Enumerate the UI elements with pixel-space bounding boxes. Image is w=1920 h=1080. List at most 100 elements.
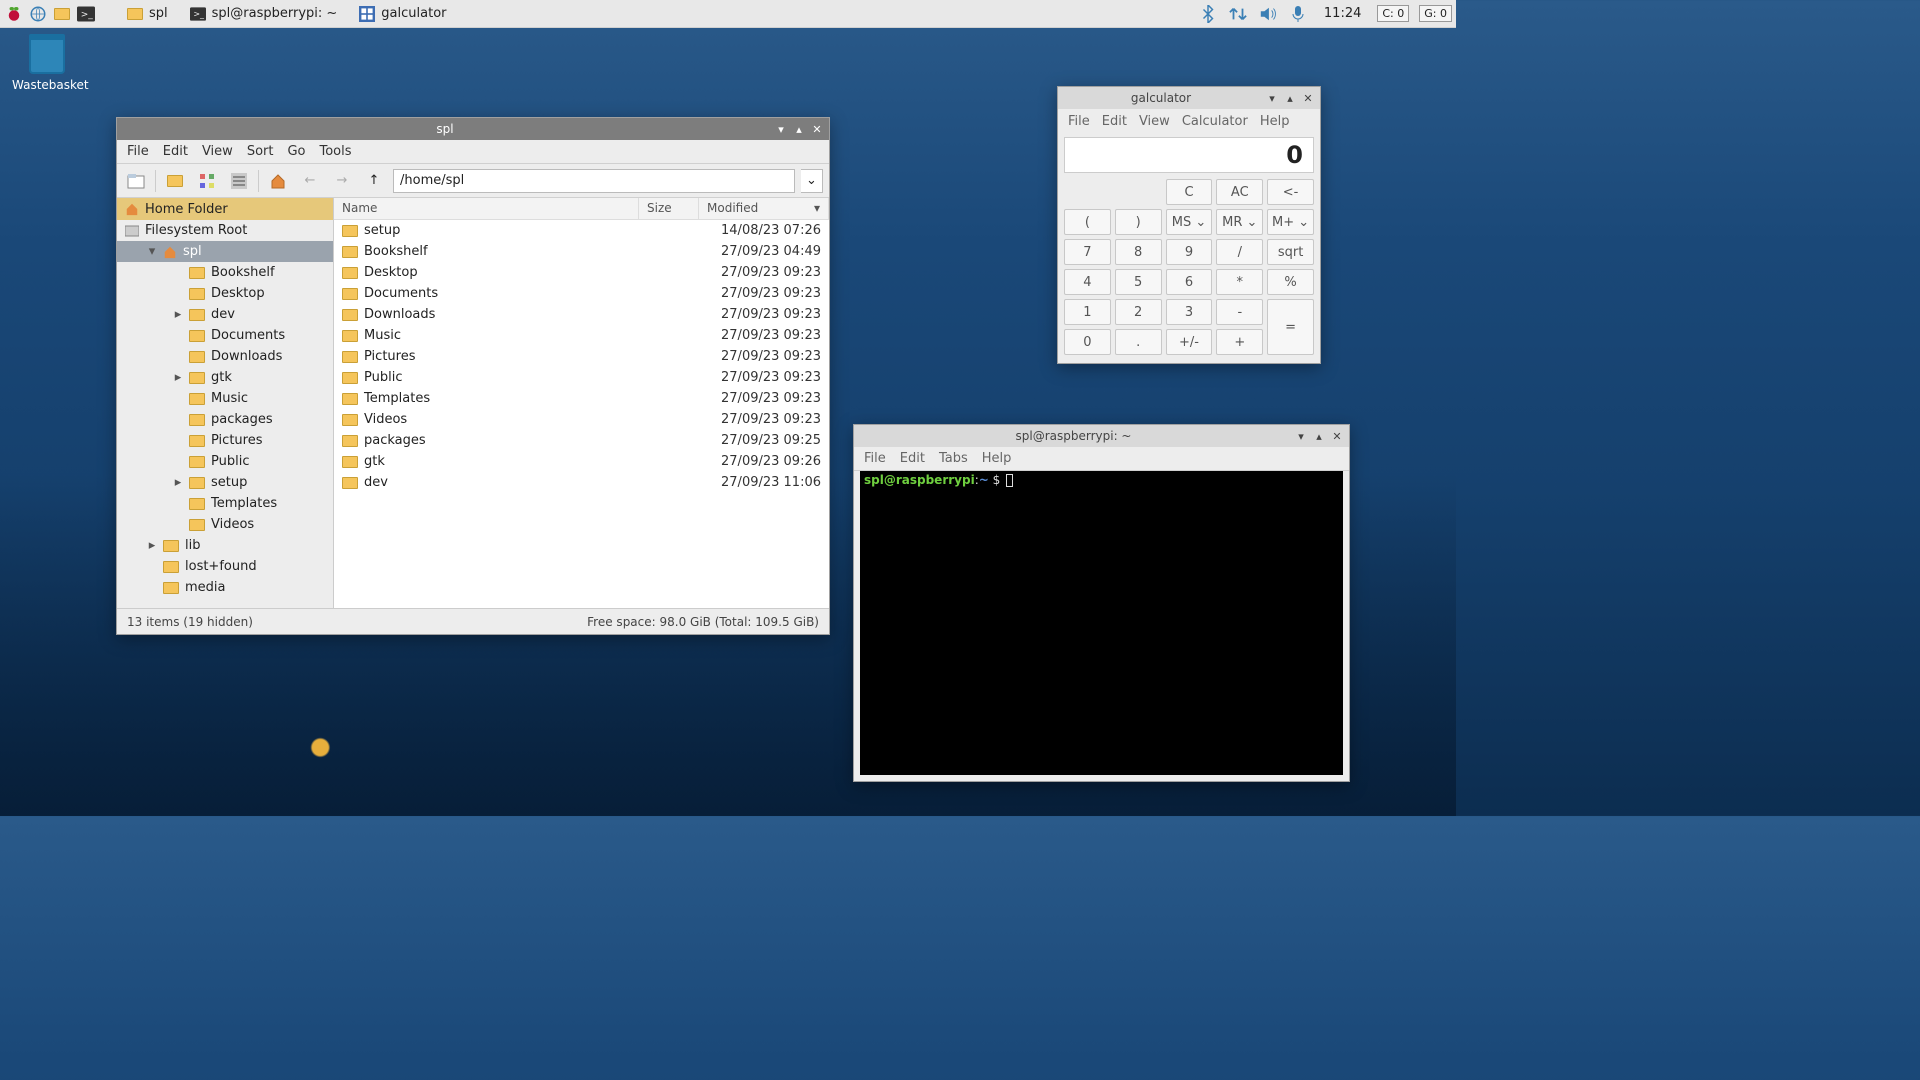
menu-tools[interactable]: Tools <box>320 144 352 159</box>
task-button-terminal[interactable]: >_ spl@raspberrypi: ~ <box>181 3 347 25</box>
column-name[interactable]: Name <box>334 198 639 219</box>
menu-raspberry-icon[interactable] <box>4 4 24 24</box>
key-[interactable]: +/- <box>1166 329 1213 355</box>
file-manager-titlebar[interactable]: spl ▾ ▴ ✕ <box>117 118 829 140</box>
go-up-button[interactable]: ↑ <box>361 168 387 194</box>
file-row[interactable]: dev27/09/23 11:06 <box>334 472 829 493</box>
menu-view[interactable]: View <box>202 144 233 159</box>
bluetooth-icon[interactable] <box>1198 4 1218 24</box>
sidebar-item[interactable]: lost+found <box>117 556 333 577</box>
menu-go[interactable]: Go <box>287 144 305 159</box>
file-row[interactable]: Templates27/09/23 09:23 <box>334 388 829 409</box>
expand-icon[interactable]: ▸ <box>173 370 183 385</box>
close-button[interactable]: ✕ <box>1329 428 1345 444</box>
minimize-button[interactable]: ▾ <box>773 121 789 137</box>
key-[interactable]: ) <box>1115 209 1162 235</box>
go-forward-button[interactable]: → <box>329 168 355 194</box>
sidebar-item[interactable]: Videos <box>117 514 333 535</box>
path-dropdown[interactable]: ⌄ <box>801 169 823 193</box>
file-row[interactable]: Downloads27/09/23 09:23 <box>334 304 829 325</box>
calculator-titlebar[interactable]: galculator ▾ ▴ ✕ <box>1058 87 1320 109</box>
minimize-button[interactable]: ▾ <box>1293 428 1309 444</box>
file-row[interactable]: gtk27/09/23 09:26 <box>334 451 829 472</box>
close-button[interactable]: ✕ <box>1300 90 1316 106</box>
new-tab-button[interactable] <box>123 168 149 194</box>
go-back-button[interactable]: ← <box>297 168 323 194</box>
maximize-button[interactable]: ▴ <box>1311 428 1327 444</box>
task-button-file-manager[interactable]: spl <box>118 3 177 25</box>
desktop-wastebasket[interactable]: Wastebasket <box>12 34 82 92</box>
key-mr[interactable]: MR ⌄ <box>1216 209 1263 235</box>
key-0[interactable]: 0 <box>1064 329 1111 355</box>
file-row[interactable]: Music27/09/23 09:23 <box>334 325 829 346</box>
key-[interactable]: / <box>1216 239 1263 265</box>
key-[interactable]: - <box>1216 299 1263 325</box>
minimize-button[interactable]: ▾ <box>1264 90 1280 106</box>
key-c[interactable]: C <box>1166 179 1213 205</box>
key-[interactable]: + <box>1216 329 1263 355</box>
key-[interactable]: = <box>1267 299 1314 355</box>
menu-file[interactable]: File <box>1068 114 1090 129</box>
task-button-calculator[interactable]: galculator <box>350 3 455 25</box>
sidebar-item[interactable]: media <box>117 577 333 598</box>
volume-icon[interactable] <box>1258 4 1278 24</box>
collapse-icon[interactable]: ▾ <box>147 244 157 259</box>
go-home-button[interactable] <box>265 168 291 194</box>
view-icons-button[interactable] <box>162 168 188 194</box>
file-row[interactable]: Documents27/09/23 09:23 <box>334 283 829 304</box>
key-[interactable]: <- <box>1267 179 1314 205</box>
file-row[interactable]: packages27/09/23 09:25 <box>334 430 829 451</box>
terminal-titlebar[interactable]: spl@raspberrypi: ~ ▾ ▴ ✕ <box>854 425 1349 447</box>
sidebar-item[interactable]: Bookshelf <box>117 262 333 283</box>
file-row[interactable]: setup14/08/23 07:26 <box>334 220 829 241</box>
key-9[interactable]: 9 <box>1166 239 1213 265</box>
sidebar-current-folder[interactable]: ▾ spl <box>117 241 333 262</box>
key-[interactable]: * <box>1216 269 1263 295</box>
key-sqrt[interactable]: sqrt <box>1267 239 1314 265</box>
sidebar-item[interactable]: Music <box>117 388 333 409</box>
sidebar-item[interactable]: Downloads <box>117 346 333 367</box>
maximize-button[interactable]: ▴ <box>1282 90 1298 106</box>
gpu-badge[interactable]: G: 0 <box>1419 5 1452 22</box>
view-compact-button[interactable] <box>194 168 220 194</box>
key-[interactable]: % <box>1267 269 1314 295</box>
key-8[interactable]: 8 <box>1115 239 1162 265</box>
cpu-badge[interactable]: C: 0 <box>1377 5 1409 22</box>
menu-edit[interactable]: Edit <box>1102 114 1127 129</box>
key-2[interactable]: 2 <box>1115 299 1162 325</box>
sidebar-item[interactable]: ▸setup <box>117 472 333 493</box>
key-3[interactable]: 3 <box>1166 299 1213 325</box>
file-row[interactable]: Desktop27/09/23 09:23 <box>334 262 829 283</box>
expand-icon[interactable]: ▸ <box>173 475 183 490</box>
web-browser-icon[interactable] <box>28 4 48 24</box>
sidebar-item[interactable]: ▸dev <box>117 304 333 325</box>
menu-edit[interactable]: Edit <box>163 144 188 159</box>
key-4[interactable]: 4 <box>1064 269 1111 295</box>
sidebar-item[interactable]: Pictures <box>117 430 333 451</box>
file-manager-launcher-icon[interactable] <box>52 4 72 24</box>
column-modified[interactable]: Modified▾ <box>699 198 829 219</box>
menu-file[interactable]: File <box>864 451 886 466</box>
view-list-button[interactable] <box>226 168 252 194</box>
sidebar-home-folder[interactable]: Home Folder <box>117 198 333 220</box>
menu-file[interactable]: File <box>127 144 149 159</box>
key-[interactable]: . <box>1115 329 1162 355</box>
path-entry[interactable]: /home/spl <box>393 169 795 193</box>
key-5[interactable]: 5 <box>1115 269 1162 295</box>
file-row[interactable]: Bookshelf27/09/23 04:49 <box>334 241 829 262</box>
sidebar-filesystem-root[interactable]: Filesystem Root <box>117 220 333 241</box>
key-6[interactable]: 6 <box>1166 269 1213 295</box>
menu-calculator[interactable]: Calculator <box>1182 114 1248 129</box>
sidebar-item[interactable]: Documents <box>117 325 333 346</box>
sidebar-item[interactable]: Desktop <box>117 283 333 304</box>
sidebar-item[interactable]: Public <box>117 451 333 472</box>
key-1[interactable]: 1 <box>1064 299 1111 325</box>
menu-help[interactable]: Help <box>982 451 1012 466</box>
file-row[interactable]: Pictures27/09/23 09:23 <box>334 346 829 367</box>
sidebar-item[interactable]: Templates <box>117 493 333 514</box>
clock[interactable]: 11:24 <box>1318 6 1367 21</box>
close-button[interactable]: ✕ <box>809 121 825 137</box>
menu-view[interactable]: View <box>1139 114 1170 129</box>
terminal-launcher-icon[interactable]: >_ <box>76 4 96 24</box>
terminal-screen[interactable]: spl@raspberrypi:~ $ <box>860 471 1343 775</box>
